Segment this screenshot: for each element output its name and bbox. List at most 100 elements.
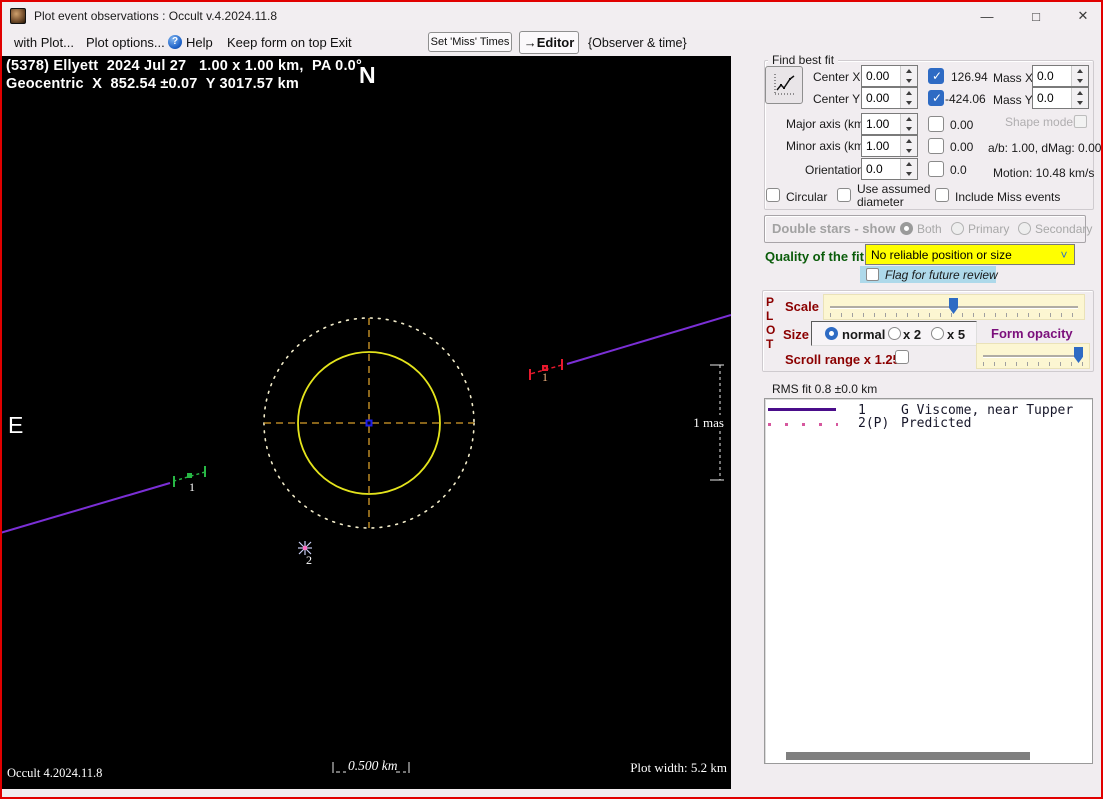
size-normal-label: normal xyxy=(842,327,885,342)
menu-plot-options[interactable]: Plot options... xyxy=(86,35,165,50)
major-axis-spinner[interactable] xyxy=(900,114,917,134)
major-sd-checkbox[interactable] xyxy=(928,116,944,132)
spin-up-icon[interactable] xyxy=(901,136,917,146)
menu-keep-on-top[interactable]: Keep form on top xyxy=(227,35,327,50)
horizontal-scrollbar-thumb[interactable] xyxy=(786,752,1030,760)
maximize-icon: □ xyxy=(1032,9,1040,24)
double-secondary-radio xyxy=(1018,222,1031,235)
spin-up-icon[interactable] xyxy=(901,159,917,169)
spin-down-icon[interactable] xyxy=(901,98,917,108)
set-miss-times-button[interactable]: Set 'Miss' Times xyxy=(428,32,512,52)
chevron-down-icon[interactable]: ˅ xyxy=(1054,248,1074,262)
letter-o: O xyxy=(766,323,775,337)
circular-label: Circular xyxy=(786,190,827,204)
rms-fit-label: RMS fit 0.8 ±0.0 km xyxy=(772,382,877,396)
minor-sd-value: 0.00 xyxy=(950,140,973,154)
maximize-button[interactable]: □ xyxy=(1014,2,1058,30)
circular-checkbox[interactable] xyxy=(766,188,780,202)
chart-icon xyxy=(771,72,797,98)
center-x-value[interactable]: 0.00 xyxy=(862,66,900,86)
form-opacity-track[interactable] xyxy=(983,355,1083,357)
menu-with-plot[interactable]: with Plot... xyxy=(14,35,74,50)
mass-x-spinner[interactable] xyxy=(1071,66,1088,86)
spin-down-icon[interactable] xyxy=(901,169,917,179)
minimize-icon: — xyxy=(981,9,994,24)
offset-y-checkbox[interactable] xyxy=(928,90,944,106)
size-x2-radio[interactable] xyxy=(888,327,901,340)
use-assumed-diameter-label: Use assumed diameter xyxy=(857,183,931,209)
size-normal-radio[interactable] xyxy=(825,327,838,340)
include-miss-checkbox[interactable] xyxy=(935,188,949,202)
double-secondary-label: Secondary xyxy=(1035,222,1092,236)
center-y-spinner[interactable] xyxy=(900,88,917,108)
scale-slider[interactable] xyxy=(823,294,1085,320)
major-axis-field[interactable]: 1.00 xyxy=(861,113,918,135)
size-x5-radio[interactable] xyxy=(931,327,944,340)
close-button[interactable]: ✕ xyxy=(1061,2,1103,30)
center-x-spinner[interactable] xyxy=(900,66,917,86)
major-axis-value[interactable]: 1.00 xyxy=(862,114,900,134)
spin-down-icon[interactable] xyxy=(901,124,917,134)
scale-slider-thumb[interactable] xyxy=(949,298,958,314)
mass-x-label: Mass X xyxy=(993,71,1033,85)
plot-canvas[interactable]: (5378) Ellyett 2024 Jul 27 1.00 x 1.00 k… xyxy=(2,56,731,789)
minor-sd-checkbox[interactable] xyxy=(928,138,944,154)
orientation-sd-value: 0.0 xyxy=(950,163,967,177)
spin-down-icon[interactable] xyxy=(1072,76,1088,86)
center-marker xyxy=(366,420,373,427)
mass-x-field[interactable]: 0.0 xyxy=(1032,65,1089,87)
flag-review-label: Flag for future review xyxy=(885,268,998,282)
observation-row-num[interactable]: 2(P) xyxy=(858,416,889,431)
minor-axis-field[interactable]: 1.00 xyxy=(861,135,918,157)
menu-help[interactable]: Help xyxy=(186,35,213,50)
minor-axis-label: Minor axis (km) xyxy=(786,139,868,153)
spin-up-icon[interactable] xyxy=(901,114,917,124)
form-opacity-ticks xyxy=(983,362,1083,366)
spin-up-icon[interactable] xyxy=(1072,66,1088,76)
offset-x-checkbox[interactable] xyxy=(928,68,944,84)
mass-y-value[interactable]: 0.0 xyxy=(1033,88,1071,108)
mass-y-field[interactable]: 0.0 xyxy=(1032,87,1089,109)
mas-scale-label: 1 mas xyxy=(690,415,724,431)
center-y-field[interactable]: 0.00 xyxy=(861,87,918,109)
spin-down-icon[interactable] xyxy=(901,76,917,86)
editor-button[interactable]: →Editor xyxy=(519,31,579,54)
motion-label: Motion: 10.48 km/s xyxy=(993,166,1094,180)
observation-row-name[interactable]: Predicted xyxy=(901,416,971,431)
find-best-fit-button[interactable] xyxy=(765,66,803,104)
mass-y-spinner[interactable] xyxy=(1071,88,1088,108)
minor-axis-value[interactable]: 1.00 xyxy=(862,136,900,156)
title-bar: Plot event observations : Occult v.4.202… xyxy=(2,2,1101,30)
form-opacity-label: Form opacity xyxy=(991,326,1073,341)
center-x-field[interactable]: 0.00 xyxy=(861,65,918,87)
spin-up-icon[interactable] xyxy=(901,66,917,76)
quality-dropdown[interactable]: No reliable position or size ˅ xyxy=(865,244,1075,265)
shape-model-label: Shape model xyxy=(1005,115,1076,129)
app-window: Plot event observations : Occult v.4.202… xyxy=(0,0,1103,799)
form-opacity-thumb[interactable] xyxy=(1074,347,1083,363)
spin-down-icon[interactable] xyxy=(901,146,917,156)
minimize-button[interactable]: — xyxy=(965,2,1009,30)
spin-up-icon[interactable] xyxy=(901,88,917,98)
letter-l: L xyxy=(766,309,775,323)
menu-exit[interactable]: Exit xyxy=(330,35,352,50)
scroll-range-checkbox[interactable] xyxy=(895,350,909,364)
observations-listbox[interactable]: 1 G Viscome, near Tupper 2(P) Predicted xyxy=(764,398,1093,764)
use-assumed-diameter-checkbox[interactable] xyxy=(837,188,851,202)
center-y-value[interactable]: 0.00 xyxy=(862,88,900,108)
spin-down-icon[interactable] xyxy=(1072,98,1088,108)
flag-review-checkbox[interactable] xyxy=(866,268,879,281)
orientation-field[interactable]: 0.0 xyxy=(861,158,918,180)
plot-width-label: Plot width: 5.2 km xyxy=(630,760,727,776)
minor-axis-spinner[interactable] xyxy=(900,136,917,156)
help-icon[interactable]: ? xyxy=(168,35,182,49)
orientation-spinner[interactable] xyxy=(900,159,917,179)
major-sd-value: 0.00 xyxy=(950,118,973,132)
orientation-value[interactable]: 0.0 xyxy=(862,159,900,179)
quality-label: Quality of the fit xyxy=(765,249,864,264)
spin-up-icon[interactable] xyxy=(1072,88,1088,98)
mass-x-value[interactable]: 0.0 xyxy=(1033,66,1071,86)
include-miss-label: Include Miss events xyxy=(955,190,1060,204)
orientation-sd-checkbox[interactable] xyxy=(928,161,944,177)
form-opacity-slider[interactable] xyxy=(976,343,1090,369)
